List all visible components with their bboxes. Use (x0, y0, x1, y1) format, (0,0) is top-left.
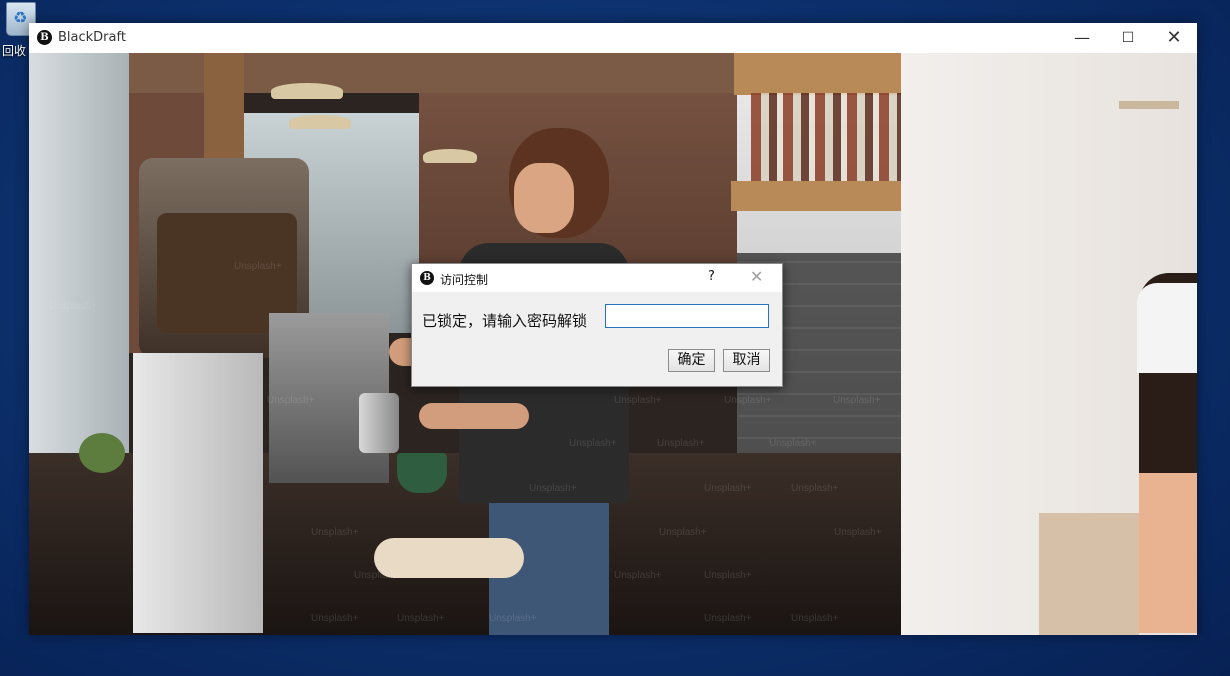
watermark: Unsplash+ (489, 613, 537, 624)
dialog-close-button[interactable]: ✕ (750, 267, 763, 286)
watermark: Unsplash+ (614, 570, 662, 581)
watermark: Unsplash+ (704, 483, 752, 494)
minimize-button[interactable]: — (1059, 23, 1105, 53)
watermark: Unsplash+ (49, 301, 97, 312)
watermark: Unsplash+ (791, 613, 839, 624)
password-input[interactable] (605, 304, 769, 328)
watermark: Unsplash+ (311, 527, 359, 538)
cancel-button[interactable]: 取消 (723, 349, 770, 372)
watermark: Unsplash+ (529, 483, 577, 494)
watermark: Unsplash+ (834, 527, 882, 538)
watermark: Unsplash+ (657, 438, 705, 449)
watermark: Unsplash+ (833, 395, 881, 406)
dialog-titlebar[interactable]: B 访问控制 ? ✕ (412, 264, 782, 292)
lock-prompt: 已锁定，请输入密码解锁 (422, 312, 588, 330)
maximize-button[interactable]: ☐ (1105, 23, 1151, 53)
window-titlebar[interactable]: B BlackDraft — ☐ ✕ (29, 23, 1197, 53)
window-title: BlackDraft (58, 30, 126, 45)
app-logo-icon: B (37, 30, 52, 45)
watermark: Unsplash+ (704, 570, 752, 581)
watermark: Unsplash+ (724, 395, 772, 406)
recycle-bin-label: 回收 (2, 44, 27, 58)
watermark: Unsplash+ (311, 613, 359, 624)
watermark: Unsplash+ (569, 438, 617, 449)
watermark: Unsplash+ (354, 570, 402, 581)
watermark: Unsplash+ (659, 527, 707, 538)
close-button[interactable]: ✕ (1151, 23, 1197, 53)
watermark: Unsplash+ (704, 613, 752, 624)
watermark: Unsplash+ (614, 395, 662, 406)
watermark: Unsplash+ (791, 483, 839, 494)
watermark: Unsplash+ (267, 395, 315, 406)
dialog-logo-icon: B (420, 271, 434, 285)
help-button[interactable]: ? (708, 269, 715, 284)
ok-button[interactable]: 确定 (668, 349, 715, 372)
access-control-dialog: B 访问控制 ? ✕ 已锁定，请输入密码解锁 确定 取消 (411, 263, 783, 387)
watermark: Unsplash+ (397, 613, 445, 624)
watermark: Unsplash+ (769, 438, 817, 449)
watermark: Unsplash+ (234, 261, 282, 272)
dialog-title: 访问控制 (440, 273, 489, 287)
